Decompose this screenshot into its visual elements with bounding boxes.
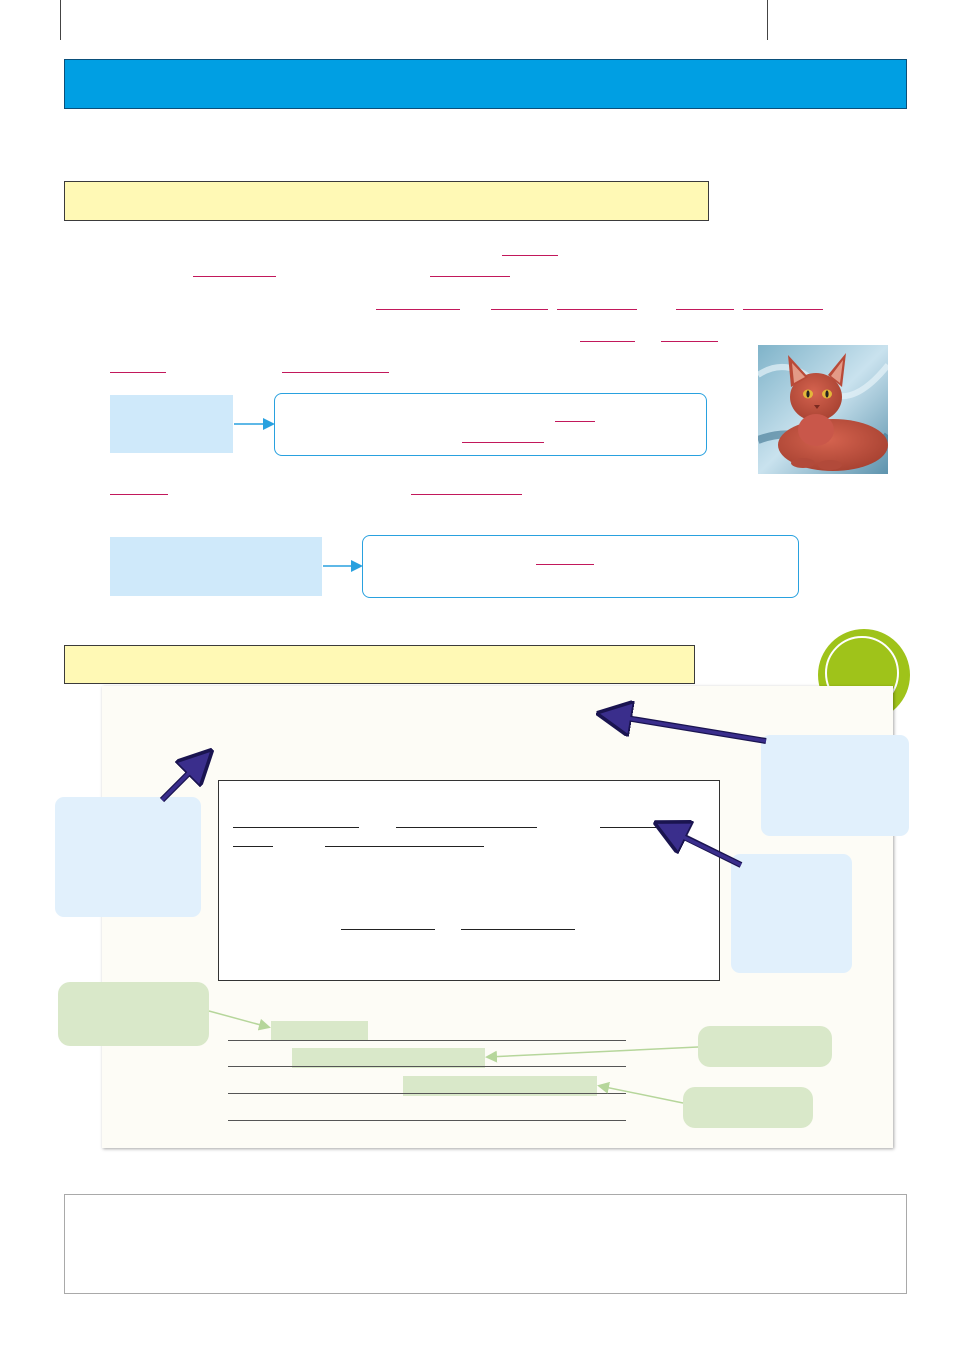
blank-line[interactable] bbox=[411, 494, 522, 495]
blank-line[interactable] bbox=[430, 276, 510, 277]
writing-line bbox=[228, 1120, 626, 1121]
callout-top-right bbox=[761, 735, 909, 836]
blank-line[interactable] bbox=[462, 442, 544, 443]
blank-line[interactable] bbox=[555, 421, 595, 422]
callout-left bbox=[55, 797, 201, 917]
writing-line bbox=[228, 1066, 626, 1067]
blank-line[interactable] bbox=[557, 309, 637, 310]
blank-line[interactable] bbox=[491, 309, 548, 310]
concept-box-1 bbox=[110, 395, 233, 453]
blank-line[interactable] bbox=[110, 372, 166, 373]
blank-line[interactable] bbox=[580, 341, 635, 342]
writing-line bbox=[228, 1093, 626, 1094]
example-underline bbox=[600, 827, 662, 828]
blank-line[interactable] bbox=[536, 564, 594, 565]
example-underline bbox=[233, 846, 273, 847]
highlight-2 bbox=[292, 1048, 485, 1068]
footer-box bbox=[64, 1194, 907, 1294]
blank-line[interactable] bbox=[661, 341, 718, 342]
definition-box-1 bbox=[274, 393, 707, 456]
callout-green-right-1 bbox=[698, 1026, 832, 1067]
title-banner bbox=[64, 59, 907, 109]
blank-line[interactable] bbox=[676, 309, 734, 310]
concept-box-2 bbox=[110, 537, 322, 596]
callout-green-left bbox=[58, 982, 209, 1046]
writing-line bbox=[228, 1040, 626, 1041]
example-letter-box bbox=[218, 780, 720, 981]
definition-box-2 bbox=[362, 535, 799, 598]
callout-green-right-2 bbox=[683, 1087, 813, 1128]
crop-mark-left bbox=[60, 0, 61, 40]
highlight-1 bbox=[271, 1021, 368, 1041]
example-underline bbox=[341, 929, 435, 930]
example-underline bbox=[396, 827, 537, 828]
blank-line[interactable] bbox=[110, 494, 168, 495]
example-underline bbox=[325, 846, 484, 847]
blank-line[interactable] bbox=[282, 372, 389, 373]
section-heading-1 bbox=[64, 181, 709, 221]
section-heading-2 bbox=[64, 645, 695, 684]
example-underline bbox=[461, 929, 575, 930]
callout-right bbox=[731, 854, 852, 973]
blank-line[interactable] bbox=[193, 276, 276, 277]
crop-mark-right bbox=[767, 0, 768, 40]
cat-photo bbox=[758, 345, 888, 474]
example-underline bbox=[233, 827, 359, 828]
blank-line[interactable] bbox=[743, 309, 823, 310]
blank-line[interactable] bbox=[376, 309, 460, 310]
blank-line[interactable] bbox=[502, 255, 558, 256]
